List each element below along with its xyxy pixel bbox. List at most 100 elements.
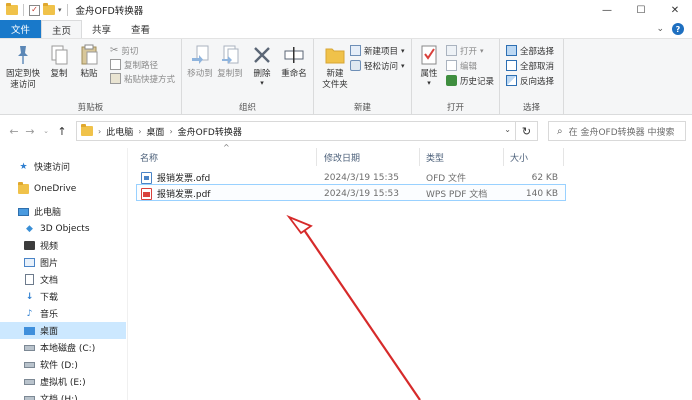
nav-item-onedrive[interactable]: OneDrive — [0, 180, 126, 197]
nav-item-drive-e[interactable]: 虚拟机 (E:) — [0, 373, 126, 390]
chevron-down-icon[interactable]: ⌄ — [656, 24, 664, 34]
nav-item-music[interactable]: ♪ 音乐 — [0, 305, 126, 322]
chevron-down-icon: ▾ — [401, 61, 405, 70]
nav-item-label: 文档 — [40, 276, 59, 286]
copy-button[interactable]: 复制 — [46, 43, 72, 80]
properties-button[interactable]: 属性 ▾ — [416, 43, 442, 87]
copy-path-icon — [110, 59, 121, 70]
delete-button[interactable]: 删除 ▾ — [250, 43, 274, 87]
invert-selection-button[interactable]: 反向选择 — [506, 74, 554, 87]
clipboard-group-label: 剪贴板 — [77, 103, 104, 113]
folder-icon — [81, 124, 93, 136]
address-row: ← → ⌄ ↑ › 此电脑 › 桌面 › 金舟OFD转换器 ⌄ ↻ ⌕ 在 金舟… — [0, 118, 692, 144]
nav-item-quick-access[interactable]: ★ 快速访问 — [0, 158, 126, 175]
forward-arrow-icon[interactable]: → — [22, 125, 38, 138]
customize-toolbar-icon[interactable]: ▾ — [58, 6, 62, 14]
invert-selection-label: 反向选择 — [520, 76, 555, 87]
copy-to-button[interactable]: 复制到 — [216, 43, 244, 80]
select-none-button[interactable]: 全部取消 — [506, 59, 554, 72]
paste-button[interactable]: 粘贴 — [76, 43, 102, 80]
chevron-down-icon[interactable]: ⌄ — [504, 125, 511, 134]
breadcrumb-current-folder[interactable]: 金舟OFD转换器 — [178, 125, 242, 138]
history-button[interactable]: 历史记录 — [446, 74, 494, 87]
select-none-label: 全部取消 — [520, 61, 555, 72]
pin-quick-access-button[interactable]: 固定到快 速访问 — [4, 43, 42, 91]
ribbon-tabs: 文件 主页 共享 查看 ⌄ ? — [0, 20, 692, 39]
nav-item-3d-objects[interactable]: ◆ 3D Objects — [0, 220, 126, 237]
tab-share[interactable]: 共享 — [82, 20, 121, 38]
nav-item-videos[interactable]: 视频 — [0, 237, 126, 254]
nav-item-label: 文档 (H:) — [40, 395, 78, 400]
select-group-label: 选择 — [522, 103, 540, 113]
up-arrow-icon[interactable]: ↑ — [54, 125, 70, 138]
file-row-pdf[interactable]: 报销发票.pdf 2024/3/19 15:53 WPS PDF 文档 140 … — [136, 184, 566, 201]
divider — [23, 4, 24, 16]
nav-item-label: 音乐 — [40, 310, 59, 320]
search-input[interactable]: ⌕ 在 金舟OFD转换器 中搜索 — [548, 121, 686, 141]
new-folder-button[interactable]: 新建 文件夹 — [318, 43, 352, 91]
close-button[interactable]: ✕ — [658, 0, 692, 20]
copy-to-icon — [218, 43, 242, 67]
nav-item-this-pc[interactable]: 此电脑 — [0, 203, 126, 220]
rename-button[interactable]: 重命名 — [278, 43, 310, 80]
breadcrumb-desktop[interactable]: 桌面 — [146, 125, 164, 138]
cut-label: 剪切 — [121, 46, 139, 57]
easy-access-button[interactable]: 轻松访问 ▾ — [350, 59, 405, 72]
nav-item-pictures[interactable]: 图片 — [0, 254, 126, 271]
column-header-name[interactable]: 名称 — [134, 148, 317, 166]
refresh-button[interactable]: ↻ — [516, 121, 538, 141]
nav-item-drive-c[interactable]: 本地磁盘 (C:) — [0, 339, 126, 356]
scissors-icon: ✂ — [110, 45, 119, 56]
nav-item-desktop[interactable]: 桌面 — [0, 322, 126, 339]
chevron-right-icon[interactable]: › — [138, 127, 141, 136]
nav-item-label: 图片 — [40, 259, 59, 269]
open-group: 属性 ▾ 打开 ▾ 编辑 历史记录 打开 — [412, 39, 500, 115]
search-placeholder: 在 金舟OFD转换器 中搜索 — [568, 127, 675, 138]
nav-item-downloads[interactable]: ↓ 下载 — [0, 288, 126, 305]
new-folder-icon[interactable] — [43, 3, 55, 15]
nav-item-label: 下载 — [40, 293, 59, 303]
easy-access-icon — [350, 60, 361, 71]
divider — [66, 4, 68, 16]
organize-group-label: 组织 — [238, 103, 256, 113]
chevron-right-icon[interactable]: › — [98, 127, 101, 136]
tab-home[interactable]: 主页 — [41, 20, 83, 38]
nav-item-documents[interactable]: 文档 — [0, 271, 126, 288]
nav-item-label: 本地磁盘 (C:) — [40, 344, 96, 354]
column-header-type[interactable]: 类型 — [420, 148, 504, 166]
copy-path-button[interactable]: 复制路径 — [110, 58, 158, 71]
column-header-date[interactable]: 修改日期 — [318, 148, 420, 166]
select-all-button[interactable]: 全部选择 — [506, 44, 554, 57]
file-name-cell: 报销发票.pdf — [141, 185, 210, 202]
properties-icon[interactable]: ✓ — [29, 4, 40, 16]
paste-shortcut-button[interactable]: 粘贴快捷方式 — [110, 72, 175, 85]
nav-item-drive-h[interactable]: 文档 (H:) — [0, 390, 126, 400]
properties-icon — [417, 43, 441, 67]
tab-view[interactable]: 查看 — [121, 20, 160, 38]
paste-shortcut-label: 粘贴快捷方式 — [124, 74, 176, 85]
back-arrow-icon[interactable]: ← — [6, 125, 22, 138]
refresh-icon: ↻ — [521, 124, 532, 138]
move-to-button[interactable]: 移动到 — [186, 43, 214, 80]
breadcrumb-this-pc[interactable]: 此电脑 — [106, 125, 133, 138]
title-bar: ✓ ▾ 金舟OFD转换器 — ☐ ✕ — [0, 0, 692, 20]
help-icon[interactable]: ? — [672, 23, 684, 35]
cut-button[interactable]: ✂ 剪切 — [110, 44, 138, 57]
move-to-label: 移动到 — [187, 69, 213, 79]
edit-button[interactable]: 编辑 — [446, 59, 477, 72]
chevron-right-icon[interactable]: › — [169, 127, 172, 136]
select-all-label: 全部选择 — [520, 46, 555, 57]
select-none-icon — [506, 60, 517, 71]
maximize-button[interactable]: ☐ — [624, 0, 658, 20]
copy-icon — [47, 43, 71, 67]
column-header-size[interactable]: 大小 — [504, 148, 564, 166]
nav-item-drive-d[interactable]: 软件 (D:) — [0, 356, 126, 373]
address-bar[interactable]: › 此电脑 › 桌面 › 金舟OFD转换器 ⌄ — [76, 121, 516, 141]
tab-file[interactable]: 文件 — [0, 20, 42, 38]
edit-icon — [446, 60, 457, 71]
minimize-button[interactable]: — — [590, 0, 624, 20]
new-item-button[interactable]: 新建项目 ▾ — [350, 44, 405, 57]
open-button[interactable]: 打开 ▾ — [446, 44, 484, 57]
recent-locations-icon[interactable]: ⌄ — [38, 127, 54, 135]
drive-icon — [24, 376, 35, 387]
